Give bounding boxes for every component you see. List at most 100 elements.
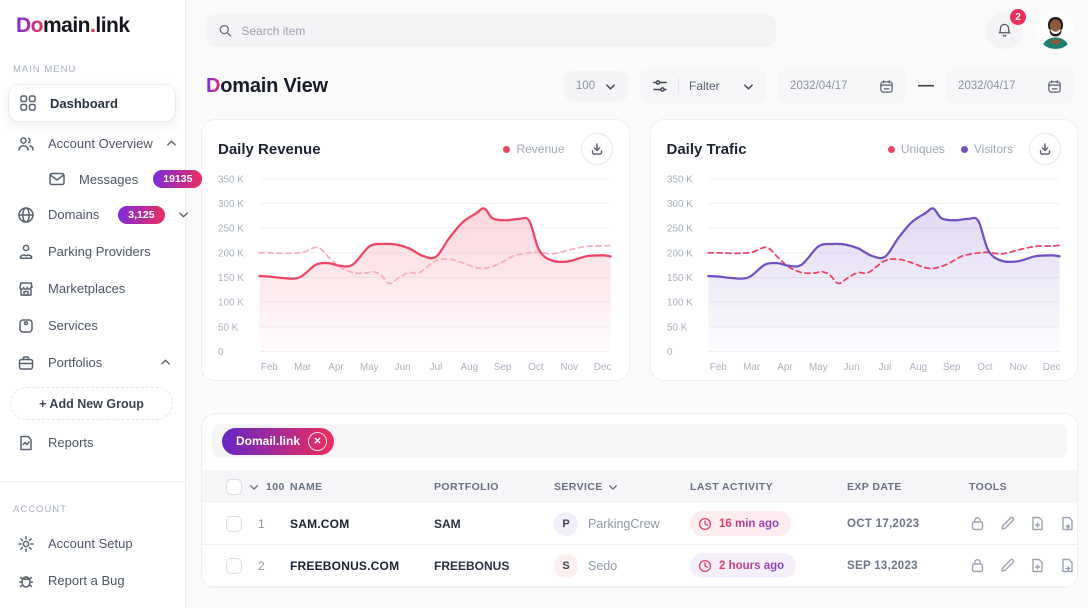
svg-text:Sep: Sep [494, 362, 512, 373]
sidebar-item-report-bug[interactable]: Report a Bug [0, 562, 185, 599]
sidebar-item-services[interactable]: Services [0, 307, 185, 344]
avatar-image [1037, 12, 1074, 49]
svg-text:Jul: Jul [430, 362, 443, 373]
page-title: Domain View [206, 75, 328, 98]
svg-text:100 K: 100 K [667, 298, 693, 309]
chevron-up-icon[interactable] [166, 138, 177, 149]
row-number: 2 [258, 559, 265, 573]
logo-dark-part: main [43, 14, 90, 37]
parking-provider-icon [17, 243, 35, 261]
select-all-checkbox[interactable] [226, 479, 242, 495]
lock-icon [969, 557, 986, 574]
search-input[interactable] [241, 24, 764, 38]
svg-text:Dec: Dec [594, 362, 612, 373]
exp-date: OCT 17,2023 [847, 518, 969, 530]
chart-legend: Uniques Visitors [888, 142, 1013, 156]
chevron-up-icon[interactable] [160, 357, 171, 368]
svg-text:Nov: Nov [1009, 362, 1027, 373]
daily-trafic-card: Daily Trafic Uniques Visitors 350 K300 K… [650, 119, 1079, 381]
sidebar: Domain.link MAIN MENU Dashboard Account … [0, 0, 186, 608]
search-box[interactable] [206, 14, 776, 47]
chart-legend: Revenue [503, 142, 564, 156]
user-avatar[interactable] [1037, 12, 1074, 49]
sidebar-item-domains[interactable]: Domains 3,125 [0, 196, 185, 233]
sidebar-item-reports[interactable]: Reports [0, 424, 185, 461]
export-button[interactable] [1059, 515, 1076, 532]
domains-table-card: Domail.link ✕ 100 NAME PORTFOLIO SERVICE… [201, 413, 1078, 588]
download-chart-button[interactable] [1029, 133, 1061, 165]
sidebar-item-portfolios[interactable]: Portfolios [0, 344, 185, 381]
sidebar-item-parking-providers[interactable]: Parking Providers [0, 233, 185, 270]
svg-text:Feb: Feb [261, 362, 279, 373]
top-bar: 2 [186, 0, 1088, 49]
chevron-down-icon[interactable] [249, 482, 259, 492]
row-checkbox[interactable] [226, 516, 242, 532]
daily-revenue-card: Daily Revenue Revenue 350 K300 K250 K200… [201, 119, 630, 381]
file-export-icon [1059, 557, 1076, 574]
chevron-down-icon [605, 81, 616, 92]
svg-text:Apr: Apr [328, 362, 344, 373]
charts-row: Daily Revenue Revenue 350 K300 K250 K200… [186, 103, 1088, 381]
sidebar-item-label: Account Overview [48, 136, 153, 151]
add-new-group-button[interactable]: + Add New Group [10, 387, 173, 420]
briefcase-icon [17, 354, 35, 372]
daily-trafic-chart: 350 K300 K250 K200 K150 K100 K50 K0FebMa… [667, 171, 1062, 374]
domains-count-badge: 3,125 [118, 206, 164, 224]
sidebar-item-dashboard[interactable]: Dashboard [9, 85, 175, 121]
table-header-row: 100 NAME PORTFOLIO SERVICE LAST ACTIVITY… [202, 470, 1077, 503]
filter-dropdown[interactable]: Falter [640, 69, 766, 103]
svg-text:150 K: 150 K [667, 273, 693, 284]
download-chart-button[interactable] [581, 133, 613, 165]
chevron-down-icon[interactable] [178, 209, 189, 220]
pencil-icon [999, 515, 1016, 532]
last-activity-pill: 2 hours ago [690, 553, 796, 578]
svg-text:0: 0 [667, 347, 673, 358]
svg-text:Nov: Nov [561, 362, 579, 373]
add-note-button[interactable] [1029, 557, 1046, 574]
chevron-down-icon[interactable] [608, 482, 618, 492]
chart-title: Daily Trafic [667, 141, 747, 158]
calendar-icon [879, 79, 894, 94]
search-icon [218, 23, 232, 38]
sidebar-item-marketplaces[interactable]: Marketplaces [0, 270, 185, 307]
svg-text:May: May [360, 362, 379, 373]
services-icon [17, 317, 35, 335]
svg-text:May: May [808, 362, 827, 373]
header-portfolio: PORTFOLIO [434, 481, 554, 493]
add-note-button[interactable] [1029, 515, 1046, 532]
per-page-select[interactable]: 100 [564, 71, 628, 101]
sidebar-item-account-setup[interactable]: Account Setup [0, 525, 185, 562]
filter-chip-domail-link[interactable]: Domail.link ✕ [222, 428, 334, 455]
sidebar-item-messages[interactable]: Messages 19135 [0, 162, 185, 196]
date-from-picker[interactable]: 2032/04/17 [778, 69, 906, 103]
svg-text:100 K: 100 K [218, 298, 244, 309]
svg-text:350 K: 350 K [218, 174, 244, 185]
logo-gradient-part: Do [16, 14, 43, 37]
date-to-picker[interactable]: 2032/04/17 [946, 69, 1074, 103]
file-add-icon [1029, 557, 1046, 574]
sidebar-item-label: Dashboard [50, 96, 118, 111]
chevron-down-icon [743, 81, 754, 92]
chart-title: Daily Revenue [218, 141, 321, 158]
svg-text:300 K: 300 K [667, 199, 693, 210]
legend-item-uniques: Uniques [888, 142, 945, 156]
row-checkbox[interactable] [226, 558, 242, 574]
portfolio-name: FREEBONUS [434, 559, 554, 573]
legend-label: Uniques [901, 142, 945, 156]
sidebar-item-account-overview[interactable]: Account Overview [0, 125, 185, 162]
storefront-icon [17, 280, 35, 298]
export-button[interactable] [1059, 557, 1076, 574]
remove-filter-button[interactable]: ✕ [308, 432, 327, 451]
edit-button[interactable] [999, 557, 1016, 574]
tools-cell [969, 557, 1077, 574]
svg-text:0: 0 [218, 347, 224, 358]
edit-button[interactable] [999, 515, 1016, 532]
svg-text:200 K: 200 K [667, 248, 693, 259]
lock-button[interactable] [969, 557, 986, 574]
notifications-button[interactable]: 2 [986, 12, 1023, 49]
lock-button[interactable] [969, 515, 986, 532]
header-count: 100 [266, 481, 285, 493]
envelope-icon [48, 170, 66, 188]
dashboard-icon [19, 94, 37, 112]
legend-dot [961, 146, 968, 153]
